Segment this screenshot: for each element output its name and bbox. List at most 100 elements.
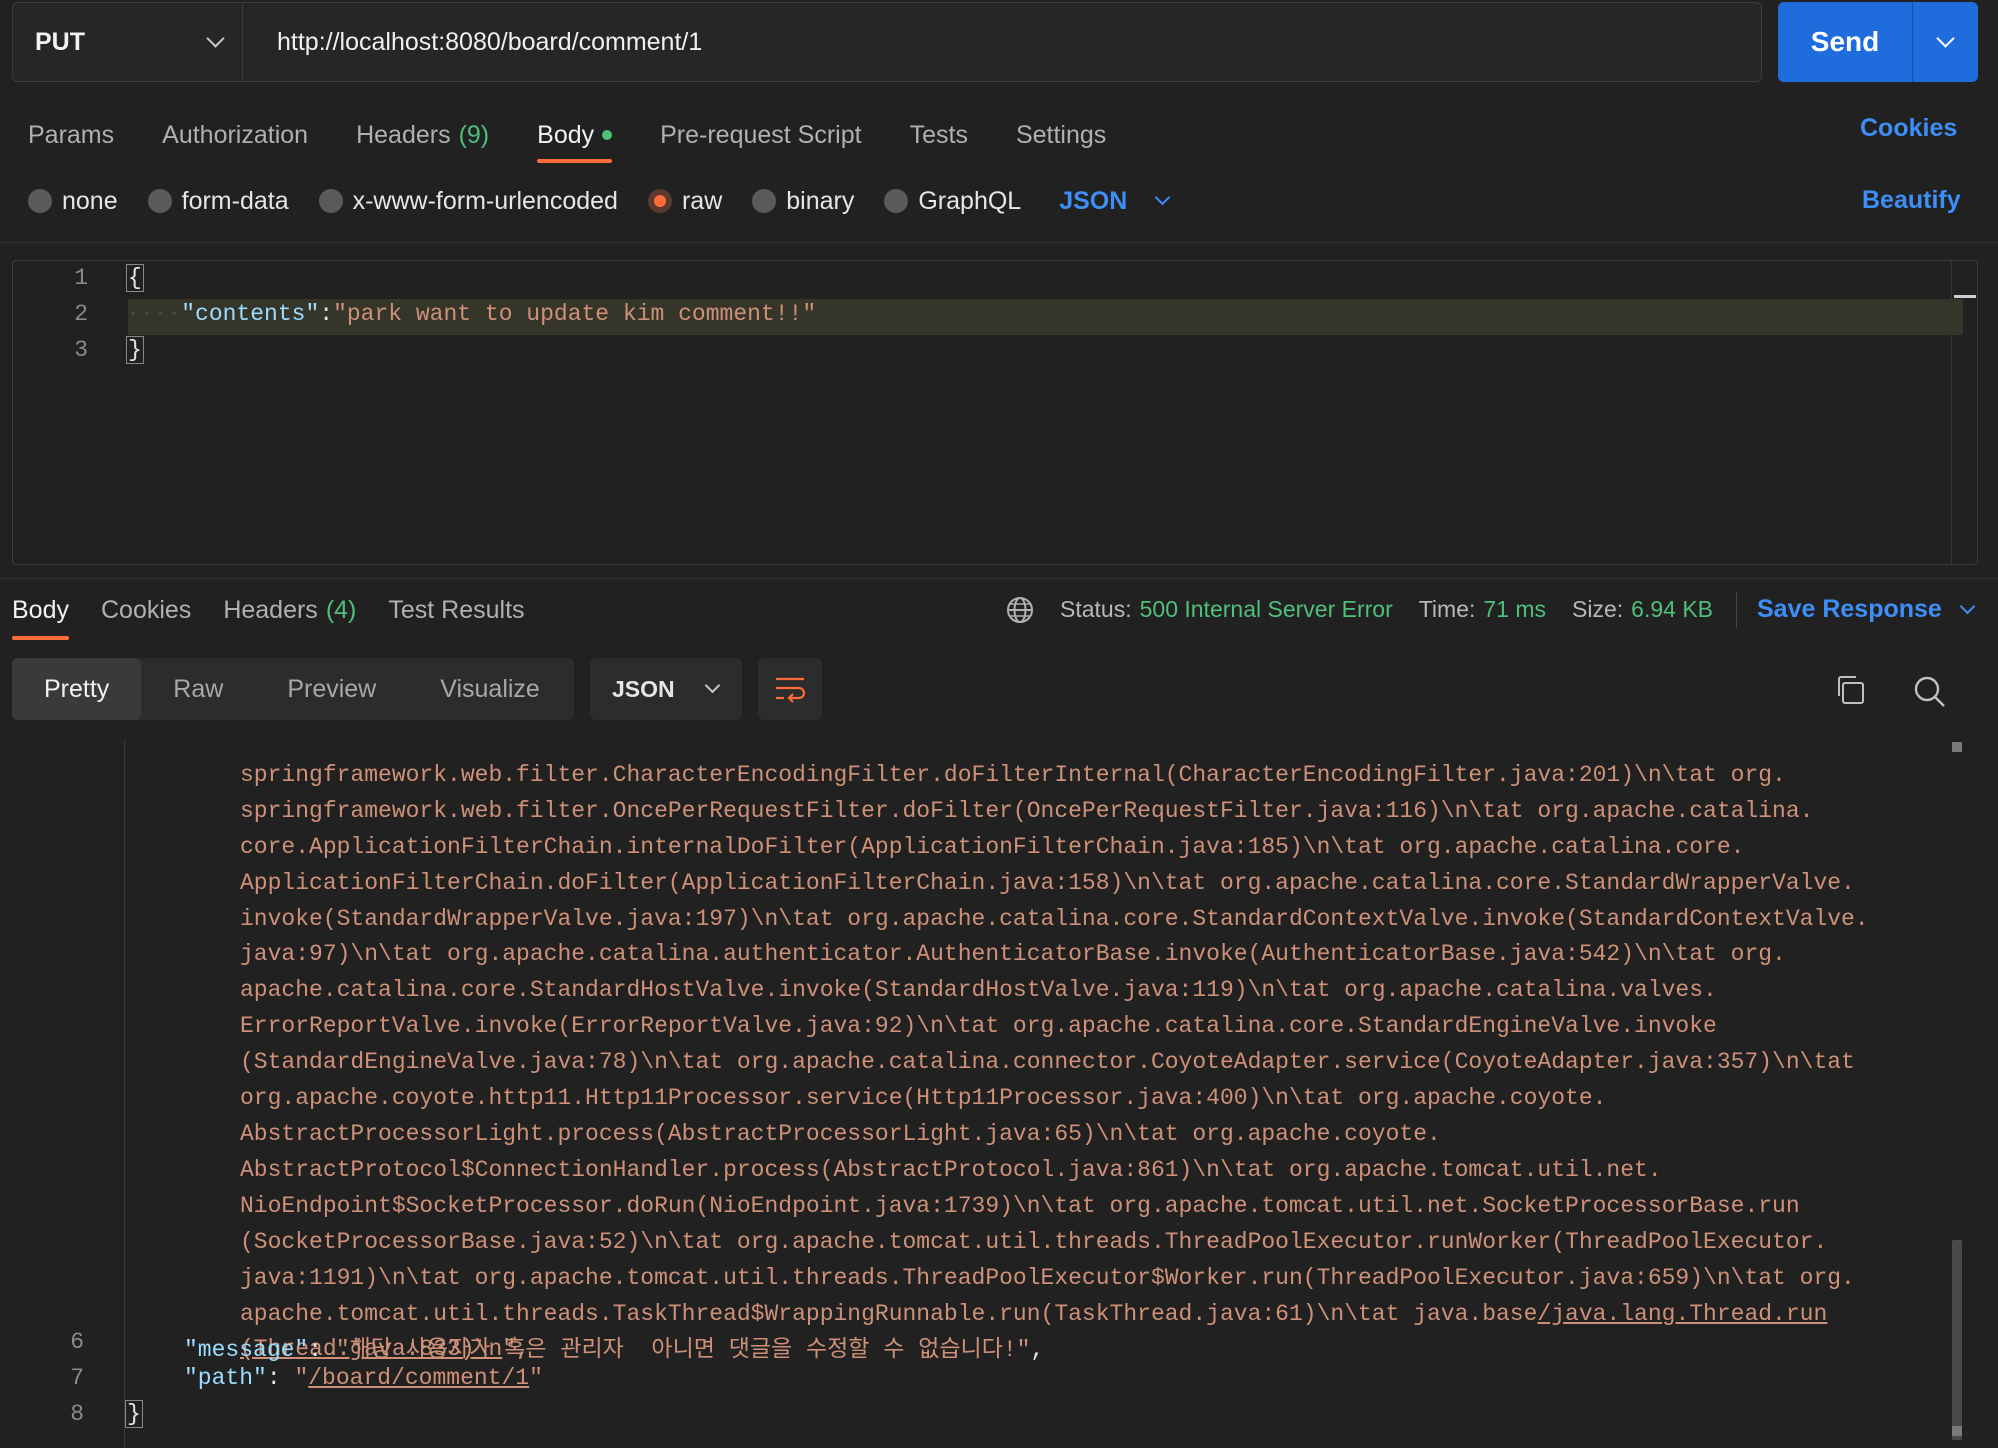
trace-line: AbstractProcessorLight.process(AbstractP… xyxy=(240,1120,1441,1147)
chevron-down-icon xyxy=(1959,598,1976,614)
radio-label: x-www-form-urlencoded xyxy=(352,186,618,215)
path-link[interactable]: /board/comment/1 xyxy=(308,1365,529,1391)
tab-headers[interactable]: Headers (9) xyxy=(356,110,489,160)
response-tab-body[interactable]: Body xyxy=(12,585,69,640)
quote: " xyxy=(294,1365,309,1391)
url-input[interactable] xyxy=(243,3,1761,81)
tab-body[interactable]: Body xyxy=(537,110,613,163)
size-value[interactable]: 6.94 KB xyxy=(1631,596,1713,623)
indent-guide: ···· xyxy=(126,301,182,327)
send-options-button[interactable] xyxy=(1913,2,1978,82)
response-view-switcher: Pretty Raw Preview Visualize xyxy=(12,658,574,720)
trace-line: org.apache.coyote.http11.Http11Processor… xyxy=(240,1085,1607,1112)
radio-none[interactable]: none xyxy=(28,187,118,216)
divider xyxy=(0,578,1998,579)
radio-circle-icon xyxy=(318,189,343,213)
code-line-3: } xyxy=(126,336,144,364)
trace-line: NioEndpoint$SocketProcessor.doRun(NioEnd… xyxy=(240,1192,1800,1219)
status-value[interactable]: 500 Internal Server Error xyxy=(1140,596,1393,623)
send-button[interactable]: Send xyxy=(1778,2,1913,82)
response-scrollbar[interactable] xyxy=(1950,740,1964,1448)
tab-label: Tests xyxy=(909,120,968,149)
view-preview[interactable]: Preview xyxy=(255,658,408,720)
code-line-2: ····"contents":"park want to update kim … xyxy=(126,301,816,327)
json-comma: , xyxy=(1030,1337,1045,1363)
editor-scrollbar[interactable] xyxy=(1951,261,1977,564)
trace-line: invoke(StandardWrapperValve.java:197)\n\… xyxy=(240,905,1869,932)
headers-count: (4) xyxy=(325,595,357,624)
copy-icon[interactable] xyxy=(1834,674,1866,706)
beautify-button[interactable]: Beautify xyxy=(1862,186,1961,215)
response-body-viewer[interactable]: springframework.web.filter.CharacterEnco… xyxy=(12,740,1970,1448)
radio-raw[interactable]: raw xyxy=(647,187,722,216)
tab-label: Params xyxy=(28,120,115,149)
scroll-up-icon[interactable] xyxy=(1952,742,1962,752)
tab-settings[interactable]: Settings xyxy=(1016,110,1106,160)
trace-line: springframework.web.filter.OncePerReques… xyxy=(240,797,1814,824)
request-body-editor[interactable]: 1 2 3 { ····"contents":"park want to upd… xyxy=(12,260,1978,565)
json-value: "park want to update kim comment!!" xyxy=(333,301,817,327)
json-key: "path" xyxy=(184,1365,267,1391)
wrap-lines-button[interactable] xyxy=(758,658,822,720)
send-button-group: Send xyxy=(1778,2,1978,82)
trace-line: java:1191)\n\tat org.apache.tomcat.util.… xyxy=(240,1264,1855,1291)
radio-circle-icon xyxy=(752,189,777,213)
radio-circle-icon xyxy=(884,189,909,213)
response-tab-cookies[interactable]: Cookies xyxy=(101,585,191,635)
radio-label: none xyxy=(62,186,118,215)
line-number: 3 xyxy=(74,337,88,363)
method-select[interactable]: PUT xyxy=(13,3,243,81)
tab-pre-request-script[interactable]: Pre-request Script xyxy=(660,110,861,160)
chevron-down-icon xyxy=(206,29,225,48)
trace-line: (SocketProcessorBase.java:52)\n\tat org.… xyxy=(240,1228,1828,1255)
modified-dot-icon xyxy=(602,130,613,140)
tab-label: Authorization xyxy=(162,120,309,149)
view-pretty[interactable]: Pretty xyxy=(12,658,142,720)
radio-circle-icon xyxy=(147,189,172,213)
response-tab-headers[interactable]: Headers (4) xyxy=(223,585,356,635)
tab-params[interactable]: Params xyxy=(28,110,114,160)
scroll-thumb[interactable] xyxy=(1952,1240,1962,1440)
trace-line: ErrorReportValve.invoke(ErrorReportValve… xyxy=(240,1013,1717,1040)
cookies-link[interactable]: Cookies xyxy=(1860,114,1957,143)
code-line-1: { xyxy=(126,264,144,292)
save-response-button[interactable]: Save Response xyxy=(1757,595,1976,624)
tab-label: Headers xyxy=(223,595,318,624)
radio-label: binary xyxy=(786,186,855,215)
time-value[interactable]: 71 ms xyxy=(1483,596,1546,623)
tab-tests[interactable]: Tests xyxy=(910,110,968,160)
view-raw[interactable]: Raw xyxy=(141,658,255,720)
request-url-bar: PUT xyxy=(12,2,1762,82)
search-icon[interactable] xyxy=(1912,674,1946,708)
tab-authorization[interactable]: Authorization xyxy=(162,110,308,160)
radio-graphql[interactable]: GraphQL xyxy=(884,187,1021,216)
tab-label: Cookies xyxy=(100,595,192,624)
radio-label: form-data xyxy=(181,186,289,215)
trace-link[interactable]: /java.lang.Thread.run xyxy=(1537,1301,1827,1327)
open-brace: { xyxy=(126,264,144,292)
language-select[interactable]: JSON xyxy=(1059,187,1171,216)
tab-label: Test Results xyxy=(388,595,525,624)
chevron-down-icon xyxy=(1936,29,1955,48)
response-tab-test-results[interactable]: Test Results xyxy=(388,585,524,635)
scroll-marker xyxy=(1954,295,1976,298)
json-key: "contents" xyxy=(181,301,320,327)
stack-trace: springframework.web.filter.CharacterEnco… xyxy=(240,740,1960,1368)
radio-selected-icon xyxy=(647,189,672,213)
wrap-lines-icon xyxy=(776,677,806,703)
message-value: "해당 사용자가 혹은 관리자 아니면 댓글을 수정할 수 없습니다!" xyxy=(335,1337,1031,1363)
line-number: 1 xyxy=(74,265,88,291)
radio-form-data[interactable]: form-data xyxy=(147,186,289,216)
radio-urlencoded[interactable]: x-www-form-urlencoded xyxy=(318,186,618,216)
request-tabs: Params Authorization Headers (9) Body Pre… xyxy=(28,110,1154,163)
globe-icon[interactable] xyxy=(1005,595,1035,625)
view-visualize[interactable]: Visualize xyxy=(408,658,572,720)
chevron-down-icon xyxy=(704,677,721,694)
radio-binary[interactable]: binary xyxy=(752,187,854,216)
scroll-down-icon[interactable] xyxy=(1952,1426,1962,1436)
tab-label: Headers xyxy=(356,120,451,149)
tab-label: Body xyxy=(537,120,595,149)
trace-line: java:97)\n\tat org.apache.catalina.authe… xyxy=(240,941,1786,968)
response-format-select[interactable]: JSON xyxy=(590,658,742,720)
method-label: PUT xyxy=(35,27,85,56)
